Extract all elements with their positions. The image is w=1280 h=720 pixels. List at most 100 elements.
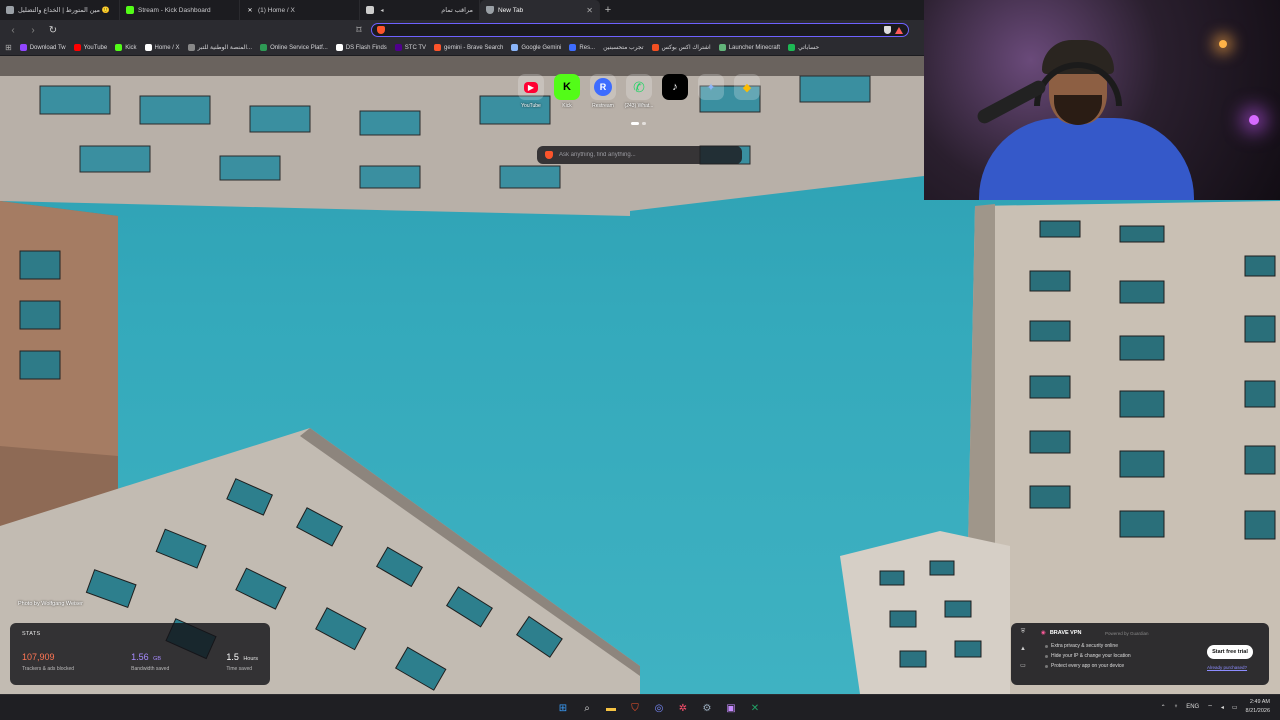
tab-2[interactable]: ✕ (1) Home / X <box>240 0 360 20</box>
top-site-tiktok[interactable]: ♪ <box>661 74 689 109</box>
already-purchased-link[interactable]: Already purchased? <box>1207 665 1247 670</box>
stat-time: 1.5 Hours Time saved <box>226 647 258 672</box>
screen: مين المتورط | الخداع والتضليل 🙂 Stream -… <box>0 0 1280 720</box>
back-icon[interactable]: ‹ <box>6 23 20 37</box>
time-label: Time saved <box>226 666 253 672</box>
premiere-icon[interactable]: ▣ <box>722 699 740 717</box>
kick-icon <box>126 6 134 14</box>
bookmark-item[interactable]: Home / X <box>144 44 180 51</box>
vpn-header: ◉ BRAVE VPN <box>1041 630 1082 636</box>
bookmark-item[interactable]: gemini - Brave Search <box>434 44 503 51</box>
apps-grid-icon[interactable]: ⊞ <box>5 43 12 52</box>
bookmark-favicon-icon <box>260 44 268 51</box>
top-site-restream[interactable]: R Restream <box>589 74 617 109</box>
time-unit: Hours <box>243 656 258 662</box>
tab-3[interactable]: ◂ مراقب تمام <box>360 0 480 20</box>
vpn-feature: Hide your IP & change your location <box>1045 653 1131 659</box>
vpn-powered-by: Powered by Guardian <box>1105 631 1149 636</box>
search-icon[interactable]: ⌕ <box>578 699 596 717</box>
chevron-up-icon[interactable]: ⌃ <box>1161 704 1166 711</box>
bookmark-favicon-icon <box>187 44 195 51</box>
bookmark-item[interactable]: حساباتي <box>788 44 819 51</box>
bookmark-item[interactable]: Google Gemini <box>511 44 561 51</box>
bookmark-item[interactable]: YouTube <box>73 44 107 51</box>
webcam-overlay <box>924 0 1280 200</box>
top-site-whatsapp[interactable]: ✆ (243) What... <box>625 74 653 109</box>
clock-date: 8/21/2026 <box>1245 708 1270 714</box>
bookmark-item[interactable]: Launcher Minecraft <box>718 44 780 51</box>
windows-start-icon[interactable]: ⊞ <box>554 699 572 717</box>
time-value: 1.5 <box>226 652 239 662</box>
brave-search-icon <box>434 44 442 51</box>
forward-icon[interactable]: › <box>26 23 40 37</box>
shield-icon <box>486 6 494 14</box>
trackers-count: 107,909 <box>22 652 55 662</box>
photo-credit[interactable]: Photo by Wolfgang Weiser <box>18 601 83 607</box>
vpn-title: BRAVE VPN <box>1049 630 1082 636</box>
start-free-trial-button[interactable]: Start free trial <box>1207 645 1253 659</box>
bandwidth-unit: GB <box>153 656 162 662</box>
tab-title: New Tab <box>498 6 524 14</box>
top-site-youtube[interactable]: ▶ YouTube <box>517 74 545 109</box>
bookmark-icon[interactable]: ⌑ <box>352 23 366 37</box>
battery-icon[interactable]: ▭ <box>1232 704 1238 711</box>
streamer-hoodie <box>979 118 1194 200</box>
gemini-icon <box>511 44 519 51</box>
app-icon[interactable]: ✲ <box>674 699 692 717</box>
restream-icon: R <box>590 74 616 100</box>
file-explorer-icon[interactable]: ▬ <box>602 699 620 717</box>
system-tray: ⌃ ♆ ENG ⌔ ◂ ▭ 2:49 AM 8/21/2026 <box>1161 698 1270 716</box>
reload-icon[interactable]: ↻ <box>46 23 60 37</box>
volume-icon[interactable]: ◂ <box>1221 704 1224 711</box>
bookmark-item[interactable]: STC TV <box>394 44 426 51</box>
stat-bandwidth: 1.56 GB Bandwidth saved <box>131 647 169 672</box>
bookmark-item[interactable]: Download Tw <box>19 44 66 51</box>
close-tab-icon[interactable]: ✕ <box>586 6 593 15</box>
top-sites-pager[interactable] <box>631 122 646 125</box>
brave-icon[interactable]: ⛉ <box>626 699 644 717</box>
tab-favicon-icon <box>6 6 14 14</box>
tab-new-tab-active[interactable]: New Tab ✕ <box>480 0 600 20</box>
search-input[interactable] <box>559 152 734 158</box>
network-icon[interactable]: ⌔ <box>1207 703 1213 711</box>
address-bar[interactable] <box>371 23 909 37</box>
minecraft-icon <box>718 44 726 51</box>
bookmark-item[interactable]: تجرب متحسبنين <box>603 44 643 51</box>
microphone-icon[interactable]: ♆ <box>1174 704 1179 710</box>
brave-shields-icon[interactable] <box>884 26 891 34</box>
bookmark-item[interactable]: DS Flash Finds <box>335 44 387 51</box>
pager-dot[interactable] <box>642 122 646 125</box>
new-tab-button[interactable]: + <box>600 2 616 18</box>
clock[interactable]: 2:49 AM 8/21/2026 <box>1246 698 1270 716</box>
tab-favicon-icon <box>366 6 374 14</box>
top-site-kick[interactable]: K Kick <box>553 74 581 109</box>
steam-icon[interactable]: ⚙ <box>698 699 716 717</box>
bookmark-item[interactable]: اشتراك اكس بوكس <box>651 44 711 51</box>
tab-1[interactable]: Stream - Kick Dashboard <box>120 0 240 20</box>
pager-dot-active[interactable] <box>631 122 639 125</box>
rewards-icon[interactable]: ▲ <box>1020 646 1026 652</box>
bookmark-item[interactable]: Online Service Platf... <box>260 44 328 51</box>
url-input[interactable] <box>389 26 880 34</box>
widget-sidebar: ⛨ ▲ ▭ <box>1017 629 1029 669</box>
brave-rewards-icon[interactable] <box>895 26 903 34</box>
top-site-drive[interactable]: ◆ <box>733 74 761 109</box>
excel-icon[interactable]: ✕ <box>746 699 764 717</box>
tab-0[interactable]: مين المتورط | الخداع والتضليل 🙂 <box>0 0 120 20</box>
microsoft-icon <box>651 44 659 51</box>
new-tab-search[interactable] <box>537 146 742 164</box>
kick-icon <box>115 44 123 51</box>
tiktok-icon: ♪ <box>662 74 688 100</box>
language-indicator[interactable]: ENG <box>1186 704 1199 710</box>
youtube-icon: ▶ <box>518 74 544 100</box>
bookmark-item[interactable]: Res... <box>569 44 595 51</box>
bookmark-item[interactable]: المنصة الوطنية للتبر... <box>187 44 252 51</box>
restream-icon <box>569 44 577 51</box>
bookmark-item[interactable]: Kick <box>115 44 137 51</box>
bookmark-favicon-icon <box>335 44 343 51</box>
brave-vpn-widget: ⛨ ▲ ▭ ◉ BRAVE VPN Powered by Guardian Ext… <box>1011 623 1269 685</box>
top-site-gemini[interactable]: ✦ <box>697 74 725 109</box>
discord-icon[interactable]: ◎ <box>650 699 668 717</box>
shield-icon[interactable]: ⛨ <box>1021 629 1026 636</box>
news-icon[interactable]: ▭ <box>1020 662 1026 669</box>
